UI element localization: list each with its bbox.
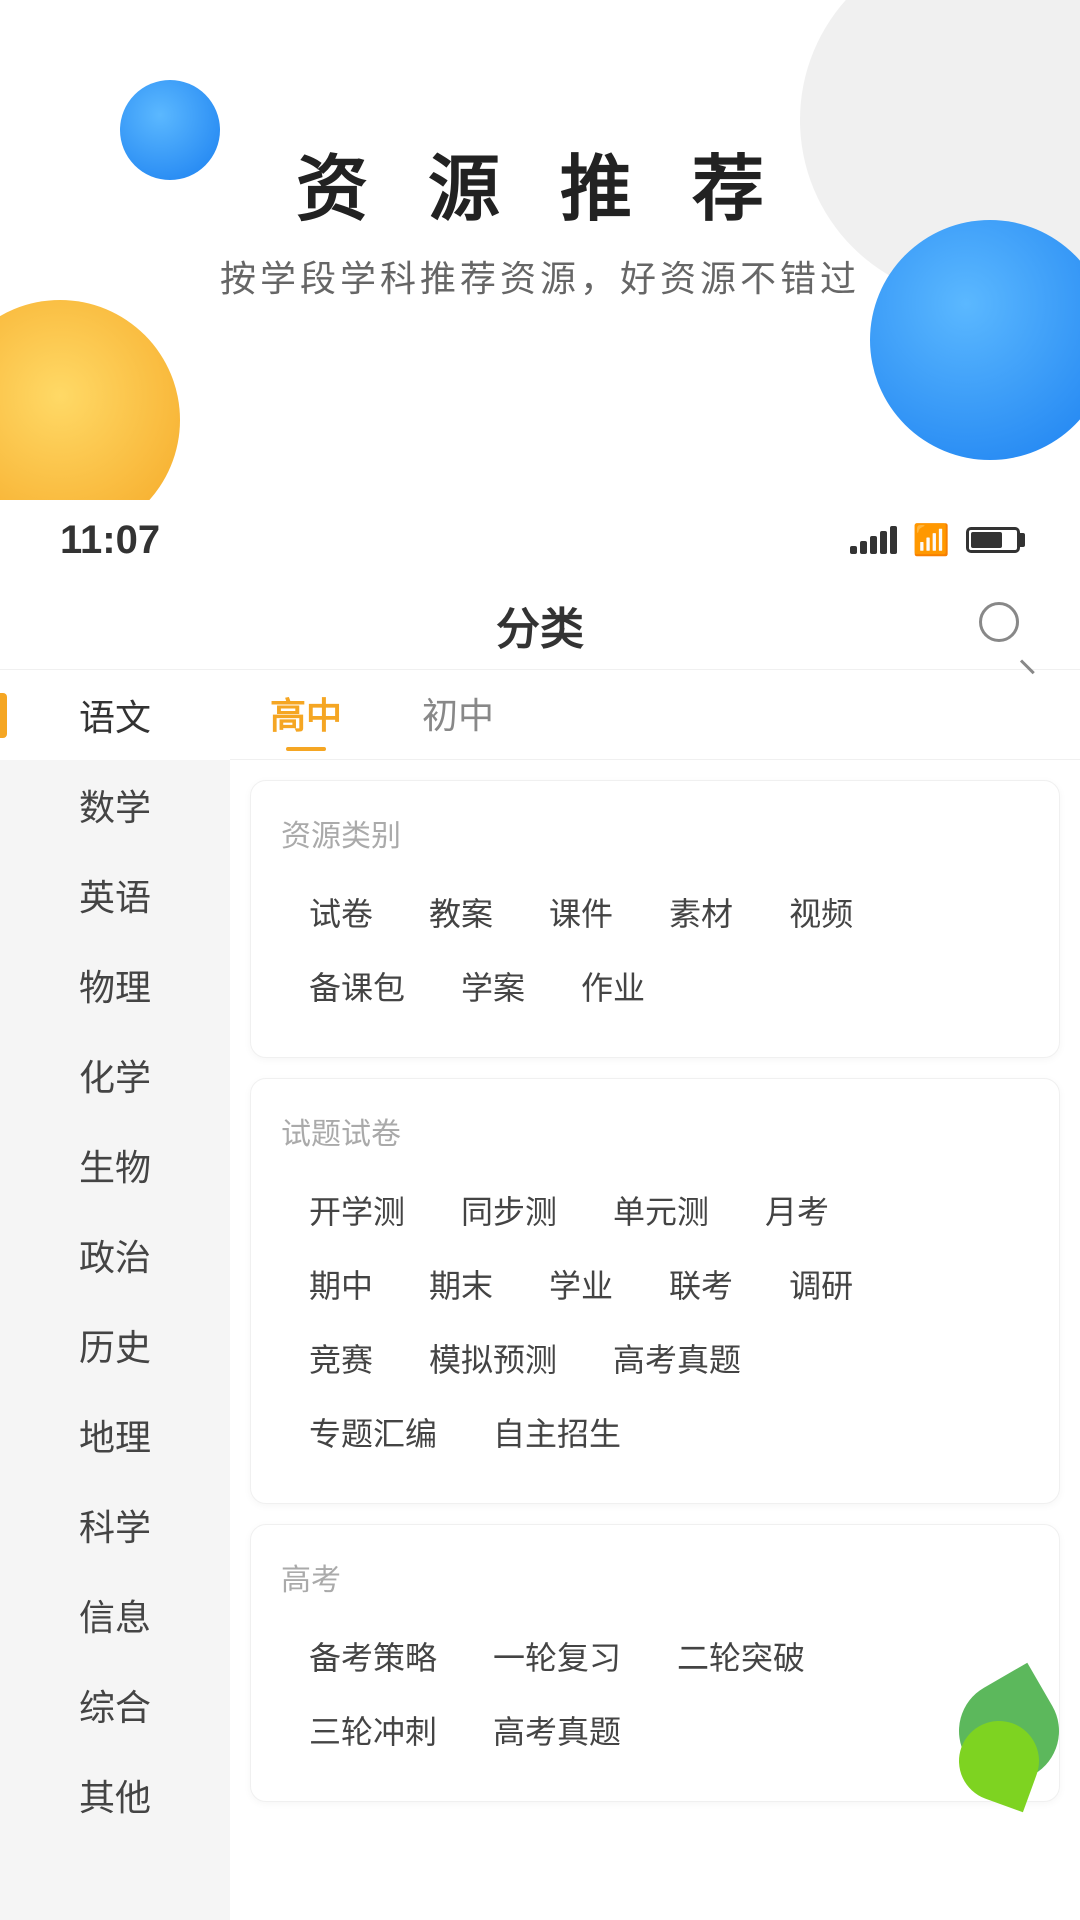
tag-diaoyan[interactable]: 调研 — [761, 1251, 881, 1317]
sidebar-item-kexue[interactable]: 科学 — [0, 1480, 230, 1570]
tag-sucai[interactable]: 素材 — [641, 879, 761, 945]
tag-row-exam-1: 开学测 同步测 单元测 月考 — [281, 1177, 1029, 1243]
tag-tongbuce[interactable]: 同步测 — [433, 1177, 585, 1243]
sidebar-item-wuli[interactable]: 物理 — [0, 940, 230, 1030]
tag-row-2: 备课包 学案 作业 — [281, 953, 1029, 1019]
tag-liankao[interactable]: 联考 — [641, 1251, 761, 1317]
hero-subtitle: 按学段学科推荐资源，好资源不错过 — [0, 250, 1080, 302]
tag-xuean[interactable]: 学案 — [433, 953, 553, 1019]
sidebar-item-qita[interactable]: 其他 — [0, 1750, 230, 1840]
tag-moniyuce[interactable]: 模拟预测 — [401, 1325, 585, 1391]
tag-qizhong[interactable]: 期中 — [281, 1251, 401, 1317]
card-title-exam: 试题试卷 — [281, 1109, 1029, 1153]
signal-icon — [850, 526, 897, 554]
navbar: 分类 — [0, 580, 1080, 670]
tag-danyuance[interactable]: 单元测 — [585, 1177, 737, 1243]
content-area: 语文 数学 英语 物理 化学 生物 政治 历史 — [0, 670, 1080, 1920]
hero-section: 资 源 推 荐 按学段学科推荐资源，好资源不错过 — [0, 0, 1080, 500]
tag-beikebao[interactable]: 备课包 — [281, 953, 433, 1019]
hero-yellow-circle — [0, 300, 180, 500]
tab-gaozhong[interactable]: 高中 — [270, 687, 342, 743]
tag-yuekao[interactable]: 月考 — [737, 1177, 857, 1243]
grade-tabs: 高中 初中 — [230, 670, 1080, 760]
tag-kaixueice[interactable]: 开学测 — [281, 1177, 433, 1243]
resource-card-category: 资源类别 试卷 教案 课件 素材 视频 备课包 学案 作业 — [250, 780, 1060, 1058]
card-title-category: 资源类别 — [281, 811, 1029, 855]
tag-beikao-celue[interactable]: 备考策略 — [281, 1623, 465, 1689]
tag-kejian[interactable]: 课件 — [521, 879, 641, 945]
sidebar-item-huaxue[interactable]: 化学 — [0, 1030, 230, 1120]
sidebar-item-zhengzhi[interactable]: 政治 — [0, 1210, 230, 1300]
sidebar-item-shuxue[interactable]: 数学 — [0, 760, 230, 850]
wifi-icon: 📶 — [913, 523, 950, 558]
sidebar: 语文 数学 英语 物理 化学 生物 政治 历史 — [0, 670, 230, 1920]
sidebar-item-yingyu[interactable]: 英语 — [0, 850, 230, 940]
tag-xueye[interactable]: 学业 — [521, 1251, 641, 1317]
search-icon — [979, 602, 1019, 642]
tag-row-gaokao-2: 三轮冲刺 高考真题 — [281, 1697, 1029, 1763]
app-container: 11:07 📶 分类 — [0, 500, 1080, 1920]
tag-row-exam-4: 专题汇编 自主招生 — [281, 1399, 1029, 1465]
tag-zuoye[interactable]: 作业 — [553, 953, 673, 1019]
tag-zhuantihb[interactable]: 专题汇编 — [281, 1399, 465, 1465]
tag-shijuan[interactable]: 试卷 — [281, 879, 401, 945]
sidebar-item-yuwen[interactable]: 语文 — [0, 670, 230, 760]
navbar-title: 分类 — [496, 593, 584, 657]
main-content: 高中 初中 资源类别 试卷 教案 课件 素材 视频 备课包 学案 — [230, 670, 1080, 1920]
tag-row-gaokao-1: 备考策略 一轮复习 二轮突破 — [281, 1623, 1029, 1689]
tag-row-exam-2: 期中 期末 学业 联考 调研 — [281, 1251, 1029, 1317]
sidebar-item-shengwu[interactable]: 生物 — [0, 1120, 230, 1210]
sidebar-item-zonghe[interactable]: 综合 — [0, 1660, 230, 1750]
tag-gaokao-zhenti[interactable]: 高考真题 — [585, 1325, 769, 1391]
status-icons: 📶 — [850, 523, 1020, 558]
tab-chuzhong[interactable]: 初中 — [422, 687, 494, 743]
tag-jingsai[interactable]: 竞赛 — [281, 1325, 401, 1391]
tag-qimo[interactable]: 期末 — [401, 1251, 521, 1317]
tag-yilun-fuxi[interactable]: 一轮复习 — [465, 1623, 649, 1689]
status-time: 11:07 — [60, 518, 160, 563]
tag-erlun-tupo[interactable]: 二轮突破 — [649, 1623, 833, 1689]
status-bar: 11:07 📶 — [0, 500, 1080, 580]
tag-sanlun-chongci[interactable]: 三轮冲刺 — [281, 1697, 465, 1763]
tag-row-exam-3: 竞赛 模拟预测 高考真题 — [281, 1325, 1029, 1391]
tag-jiaoan[interactable]: 教案 — [401, 879, 521, 945]
resource-card-gaokao: 高考 备考策略 一轮复习 二轮突破 三轮冲刺 高考真题 — [250, 1524, 1060, 1802]
card-title-gaokao: 高考 — [281, 1555, 1029, 1599]
sidebar-item-dili[interactable]: 地理 — [0, 1390, 230, 1480]
tag-shipin[interactable]: 视频 — [761, 879, 881, 945]
sidebar-item-xinxi[interactable]: 信息 — [0, 1570, 230, 1660]
tag-row-1: 试卷 教案 课件 素材 视频 — [281, 879, 1029, 945]
tag-gaokao-zhenti2[interactable]: 高考真题 — [465, 1697, 649, 1763]
hero-title: 资 源 推 荐 — [0, 130, 1080, 235]
sidebar-item-lishi[interactable]: 历史 — [0, 1300, 230, 1390]
search-button[interactable] — [974, 597, 1030, 653]
battery-icon — [966, 527, 1020, 553]
resource-card-exam: 试题试卷 开学测 同步测 单元测 月考 期中 期末 学业 联考 调研 竞赛 模拟… — [250, 1078, 1060, 1504]
tag-zizhuzs[interactable]: 自主招生 — [465, 1399, 649, 1465]
